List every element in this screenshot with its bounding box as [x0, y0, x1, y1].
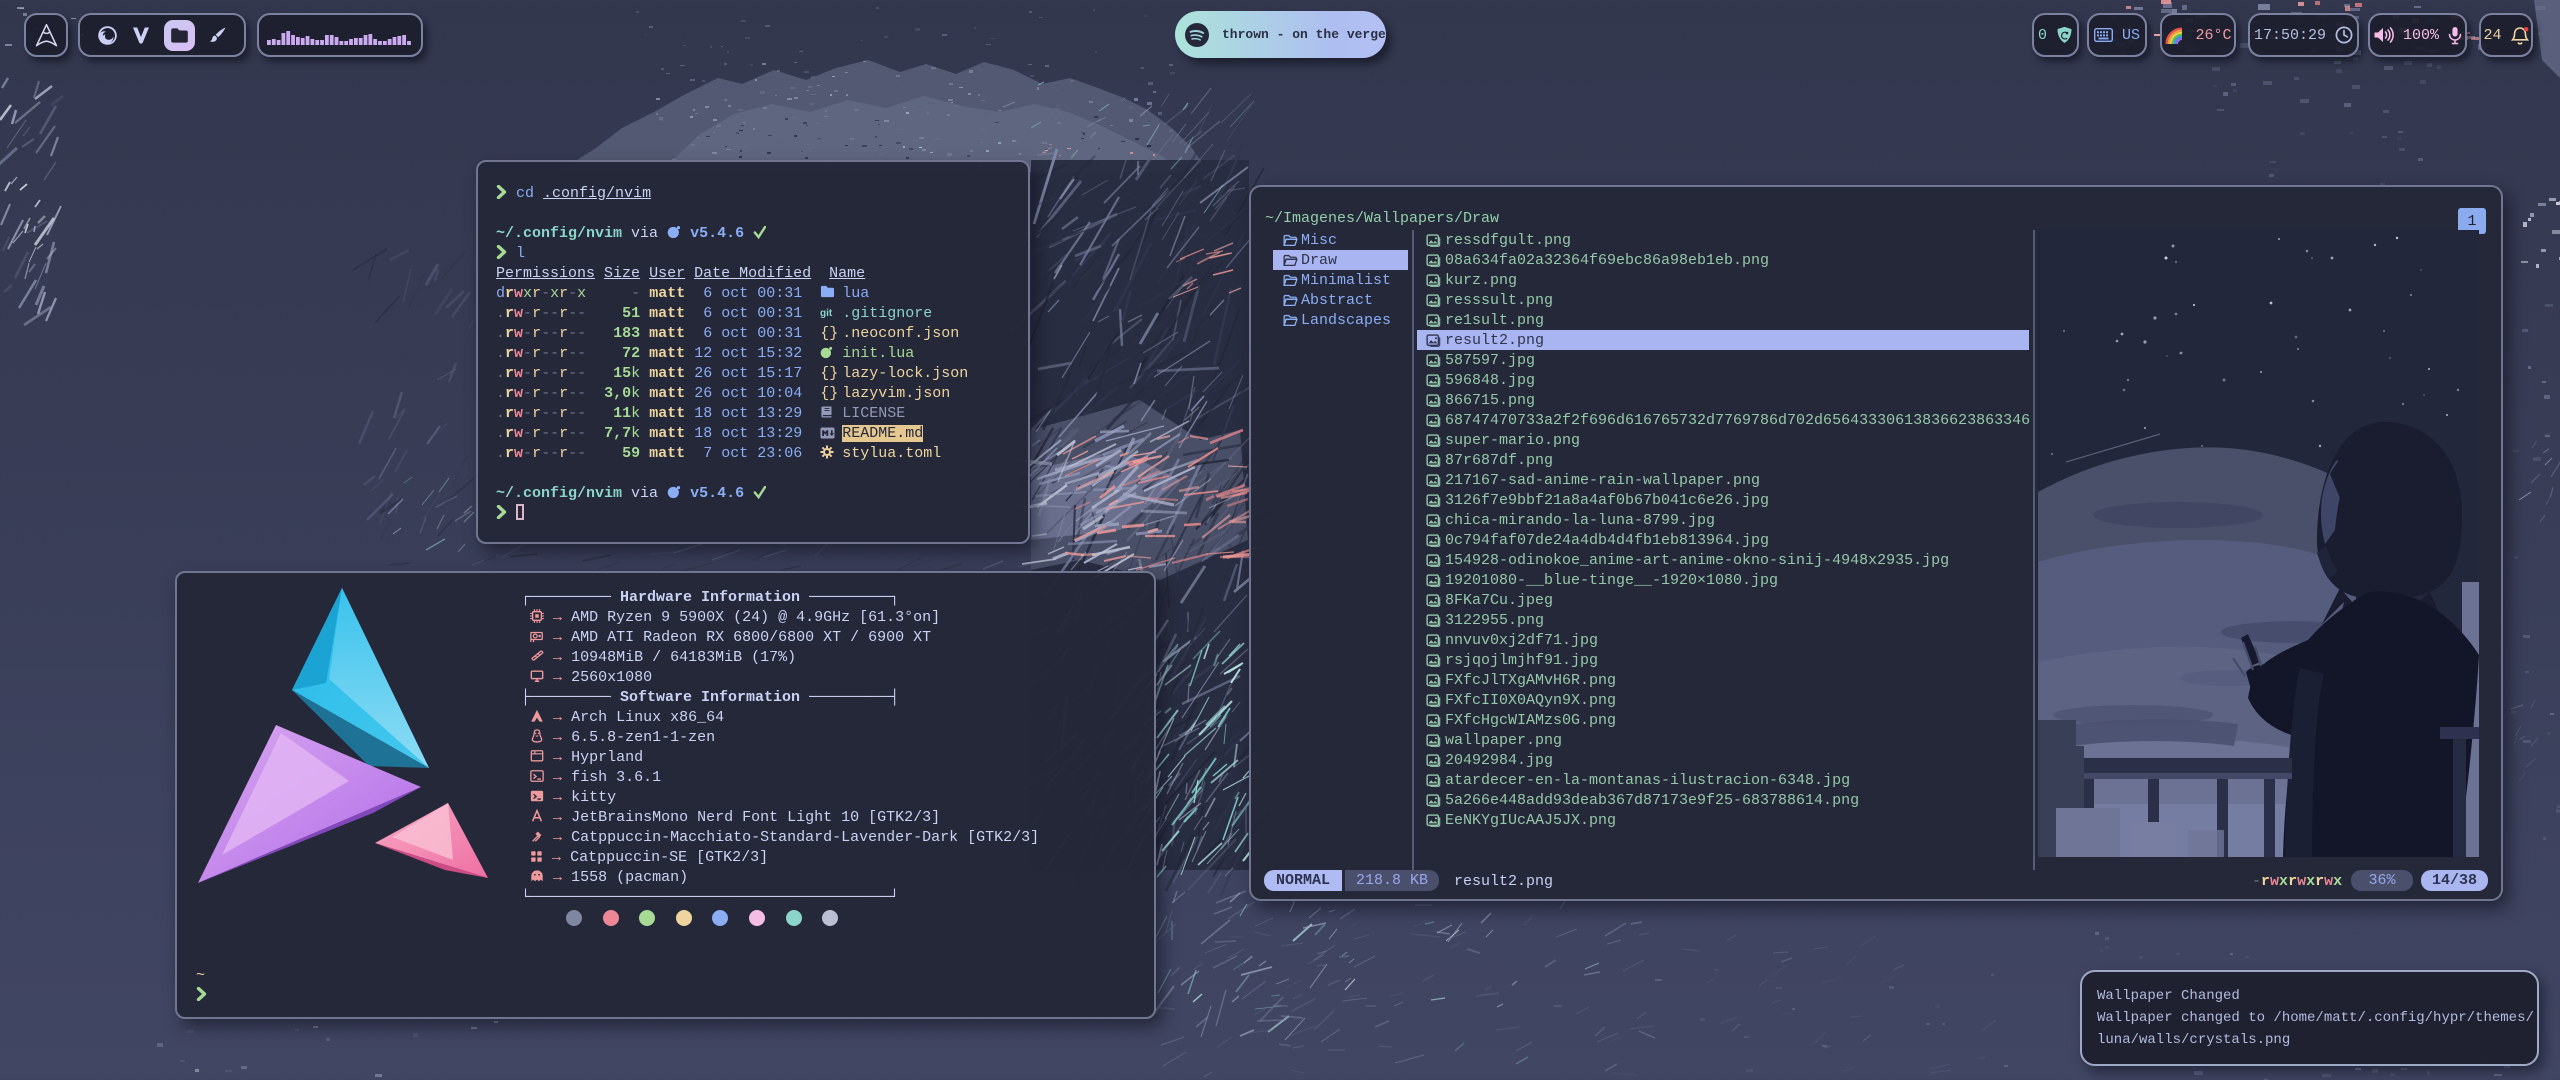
svg-text:git: git [820, 308, 833, 319]
